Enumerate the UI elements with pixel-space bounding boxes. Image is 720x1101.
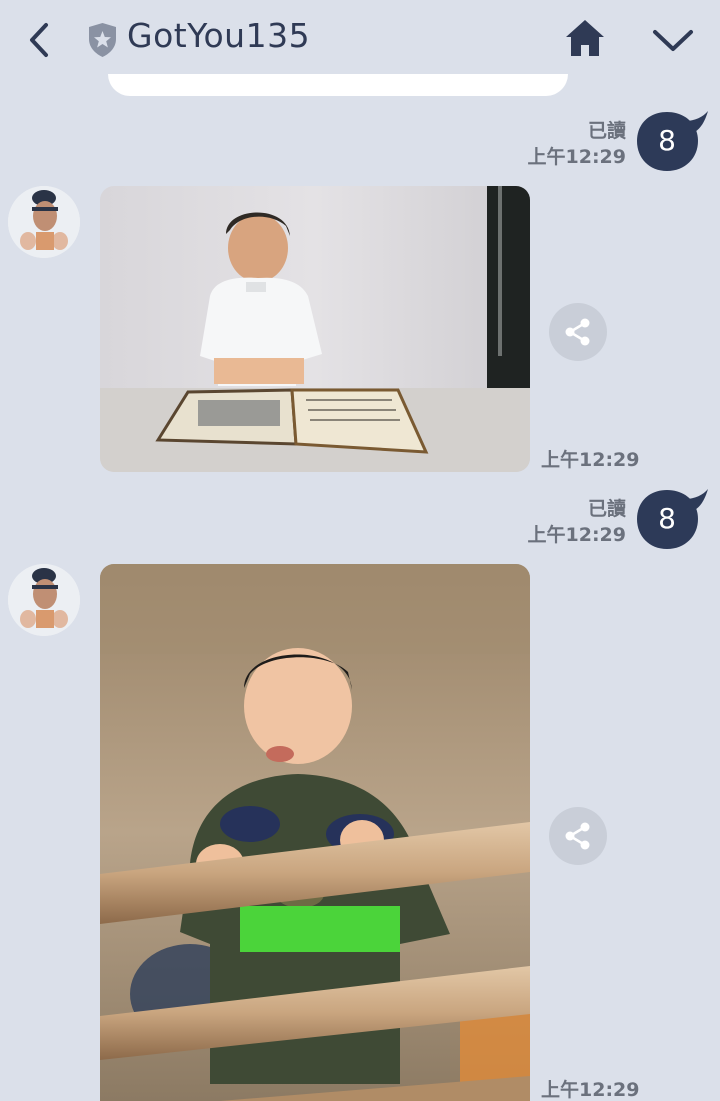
share-button[interactable]	[549, 303, 607, 361]
avatar-image	[8, 186, 80, 258]
shield-icon	[87, 22, 118, 58]
photo-boy-on-fence	[100, 564, 530, 1101]
read-time: 上午12:29	[527, 146, 626, 168]
photo-message[interactable]	[100, 564, 530, 1101]
previous-message-bubble[interactable]	[108, 74, 568, 96]
message-time: 上午12:29	[541, 1079, 640, 1101]
photo-boy-reading	[100, 186, 530, 472]
chat-title: GotYou135	[127, 16, 311, 55]
read-label: 已讀	[587, 498, 626, 520]
avatar[interactable]	[8, 564, 80, 636]
badge-count: 8	[658, 123, 676, 157]
badge-count: 8	[658, 501, 676, 535]
message-time: 上午12:29	[541, 449, 640, 471]
expand-menu-button[interactable]	[650, 22, 696, 58]
read-label: 已讀	[587, 120, 626, 142]
read-receipt: 已讀 上午12:29	[528, 118, 626, 170]
photo-message[interactable]	[100, 186, 530, 472]
unread-badge[interactable]: 8	[637, 109, 708, 175]
home-button[interactable]	[563, 17, 607, 59]
unread-badge[interactable]: 8	[637, 487, 708, 553]
back-button[interactable]	[22, 20, 58, 60]
share-button[interactable]	[549, 807, 607, 865]
share-icon	[565, 318, 590, 346]
chat-header: GotYou135	[0, 0, 720, 82]
home-icon	[566, 20, 604, 56]
chevron-down-icon	[653, 30, 693, 51]
avatar[interactable]	[8, 186, 80, 258]
avatar-image	[8, 564, 80, 636]
read-time: 上午12:29	[527, 524, 626, 546]
chevron-left-icon	[30, 23, 48, 57]
share-icon	[565, 822, 590, 850]
read-receipt: 已讀 上午12:29	[528, 496, 626, 548]
